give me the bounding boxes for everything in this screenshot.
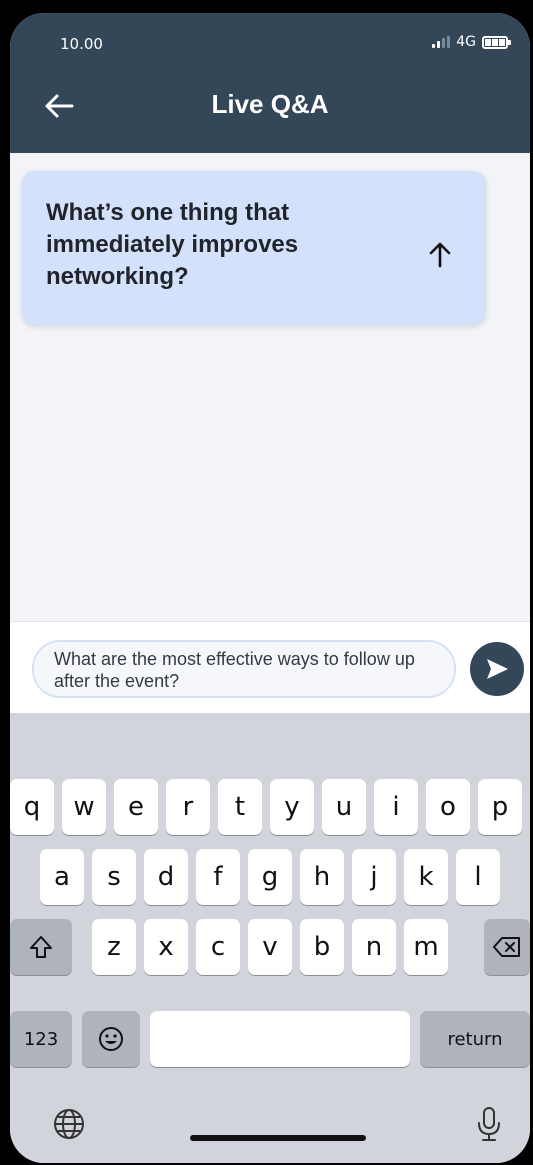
backspace-icon <box>493 937 520 957</box>
return-key[interactable]: return <box>420 1011 530 1067</box>
key[interactable]: t <box>218 779 262 835</box>
key[interactable]: p <box>478 779 522 835</box>
key[interactable]: a <box>40 849 84 905</box>
key[interactable]: j <box>352 849 396 905</box>
question-input[interactable]: What are the most effective ways to foll… <box>32 640 456 698</box>
key[interactable]: f <box>196 849 240 905</box>
emoji-key[interactable] <box>82 1011 140 1067</box>
network-label: 4G <box>456 34 476 50</box>
key[interactable]: o <box>426 779 470 835</box>
app-header: 10.00 4G Live Q&A <box>10 13 530 153</box>
key[interactable]: u <box>322 779 366 835</box>
key[interactable]: l <box>456 849 500 905</box>
key[interactable]: i <box>374 779 418 835</box>
question-card[interactable]: What’s one thing that immediately improv… <box>22 171 486 325</box>
phone-screen: 10.00 4G Live Q&A What’s one thing that … <box>10 13 530 1163</box>
page-title: Live Q&A <box>211 89 329 119</box>
key[interactable]: z <box>92 919 136 975</box>
composer-bar: What are the most effective ways to foll… <box>10 621 530 713</box>
home-indicator <box>190 1135 366 1141</box>
microphone-icon[interactable] <box>474 1105 504 1143</box>
key[interactable]: n <box>352 919 396 975</box>
key[interactable]: s <box>92 849 136 905</box>
key[interactable]: w <box>62 779 106 835</box>
send-icon <box>487 659 508 679</box>
signal-icon <box>432 36 451 48</box>
status-indicators: 4G <box>432 34 511 50</box>
numbers-key[interactable]: 123 <box>10 1011 72 1067</box>
shift-icon <box>30 936 52 958</box>
question-text: What’s one thing that immediately improv… <box>46 199 299 290</box>
key[interactable]: e <box>114 779 158 835</box>
send-button[interactable] <box>470 642 524 696</box>
key[interactable]: b <box>300 919 344 975</box>
emoji-icon <box>99 1027 123 1051</box>
backspace-key[interactable] <box>484 919 530 975</box>
status-time: 10.00 <box>60 35 103 53</box>
upvote-arrow-icon[interactable] <box>426 241 454 269</box>
key[interactable]: x <box>144 919 188 975</box>
key[interactable]: k <box>404 849 448 905</box>
key[interactable]: r <box>166 779 210 835</box>
shift-key[interactable] <box>10 919 72 975</box>
key[interactable]: v <box>248 919 292 975</box>
key[interactable]: y <box>270 779 314 835</box>
key[interactable]: c <box>196 919 240 975</box>
globe-icon[interactable] <box>52 1107 86 1141</box>
key[interactable]: q <box>10 779 54 835</box>
key[interactable]: g <box>248 849 292 905</box>
battery-icon <box>482 35 511 49</box>
onscreen-keyboard: q w e r t y u i o p a s d f g h j k l z … <box>10 713 530 1163</box>
key[interactable]: d <box>144 849 188 905</box>
key[interactable]: m <box>404 919 448 975</box>
key[interactable]: h <box>300 849 344 905</box>
questions-list: What’s one thing that immediately improv… <box>10 153 530 621</box>
space-key[interactable] <box>150 1011 410 1067</box>
